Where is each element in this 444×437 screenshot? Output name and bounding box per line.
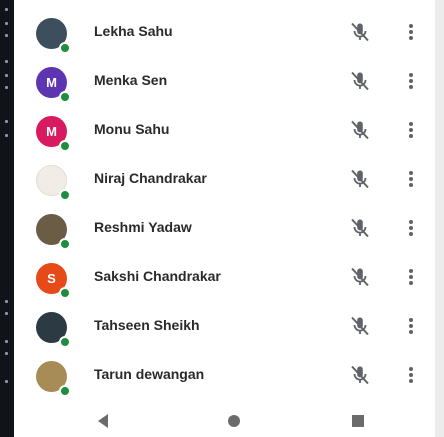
- participant-row[interactable]: M Menka Sen: [14, 57, 435, 105]
- participant-name: Sakshi Chandrakar: [94, 268, 221, 284]
- presence-dot: [59, 140, 71, 152]
- mic-off-icon[interactable]: [348, 20, 372, 44]
- mic-off-icon[interactable]: [348, 167, 372, 191]
- edge-dot: [5, 134, 8, 137]
- edge-dot: [5, 60, 8, 63]
- mic-off-icon[interactable]: [348, 363, 372, 387]
- edge-dot: [5, 34, 8, 37]
- participant-name: Tarun dewangan: [94, 366, 205, 382]
- presence-dot: [59, 189, 71, 201]
- participant-name: Lekha Sahu: [94, 23, 173, 39]
- more-vert-icon[interactable]: [406, 118, 416, 142]
- edge-dot: [5, 120, 8, 123]
- participant-row[interactable]: Niraj Chandrakar: [14, 155, 435, 203]
- home-circle-icon[interactable]: [224, 411, 244, 431]
- participant-name: Monu Sahu: [94, 121, 170, 137]
- edge-dot: [5, 300, 8, 303]
- participant-name: Menka Sen: [94, 72, 168, 88]
- presence-dot: [59, 91, 71, 103]
- participant-row[interactable]: Tarun dewangan: [14, 351, 435, 399]
- participant-name: Tahseen Sheikh: [94, 317, 200, 333]
- participant-row[interactable]: M Monu Sahu: [14, 106, 435, 154]
- mic-off-icon[interactable]: [348, 216, 372, 240]
- participant-row[interactable]: Tahseen Sheikh: [14, 302, 435, 350]
- participant-name: Niraj Chandrakar: [94, 170, 207, 186]
- edge-dot: [5, 86, 8, 89]
- mic-off-icon[interactable]: [348, 118, 372, 142]
- participant-row[interactable]: Lekha Sahu: [14, 8, 435, 56]
- edge-dot: [5, 340, 8, 343]
- more-vert-icon[interactable]: [406, 216, 416, 240]
- participant-list: Lekha Sahu M Menka Sen M Monu Sahu Niraj Chan…: [14, 0, 435, 397]
- right-edge-strip: [435, 0, 444, 437]
- participant-row[interactable]: S Sakshi Chandrakar: [14, 253, 435, 301]
- edge-dot: [5, 312, 8, 315]
- more-vert-icon[interactable]: [406, 314, 416, 338]
- back-triangle-icon[interactable]: [94, 411, 114, 431]
- edge-dot: [5, 74, 8, 77]
- system-navigation-bar: [14, 405, 435, 437]
- presence-dot: [59, 42, 71, 54]
- more-vert-icon[interactable]: [406, 265, 416, 289]
- participant-name: Reshmi Yadaw: [94, 219, 192, 235]
- more-vert-icon[interactable]: [406, 69, 416, 93]
- edge-dot: [5, 380, 8, 383]
- mic-off-icon[interactable]: [348, 265, 372, 289]
- participants-screen: Lekha Sahu M Menka Sen M Monu Sahu Niraj Chan…: [0, 0, 444, 437]
- more-vert-icon[interactable]: [406, 167, 416, 191]
- edge-dot: [5, 22, 8, 25]
- presence-dot: [59, 287, 71, 299]
- more-vert-icon[interactable]: [406, 20, 416, 44]
- left-edge-strip: [0, 0, 14, 437]
- presence-dot: [59, 238, 71, 250]
- presence-dot: [59, 336, 71, 348]
- participant-row[interactable]: Reshmi Yadaw: [14, 204, 435, 252]
- edge-dot: [5, 8, 8, 11]
- edge-dot: [5, 352, 8, 355]
- mic-off-icon[interactable]: [348, 314, 372, 338]
- more-vert-icon[interactable]: [406, 363, 416, 387]
- recents-square-icon[interactable]: [348, 411, 368, 431]
- mic-off-icon[interactable]: [348, 69, 372, 93]
- presence-dot: [59, 385, 71, 397]
